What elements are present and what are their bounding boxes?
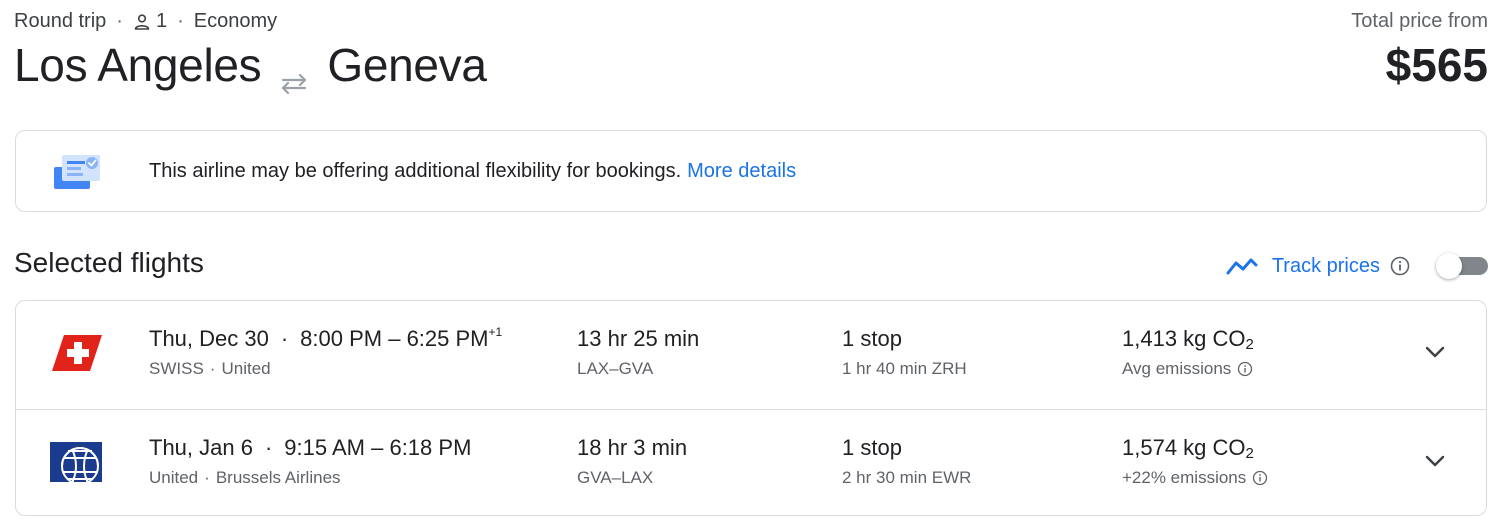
flight-date: Thu, Dec 30 [149,326,269,351]
flexibility-banner: This airline may be offering additional … [15,130,1487,212]
cabin-class[interactable]: Economy [194,10,277,33]
track-prices-toggle[interactable] [1436,252,1488,280]
day-offset: +1 [488,324,503,339]
stops-count: 1 stop [842,326,902,351]
emissions-note: Avg emissions [1122,359,1253,379]
co2-value: 1,413 kg CO [1122,326,1246,351]
flight-row[interactable]: Thu, Dec 30 · 8:00 PM – 6:25 PM+1 SWISS · Un… [16,301,1486,409]
time-range: 9:15 AM – 6:18 PM [284,435,472,460]
airline-name: United [149,468,199,487]
flight-times: Thu, Dec 30 · 8:00 PM – 6:25 PM+1 [149,324,503,352]
airline-name: United [221,359,271,378]
track-prices-label[interactable]: Track prices [1272,255,1380,278]
flight-row[interactable]: Thu, Jan 6 · 9:15 AM – 6:18 PM United · Brus… [16,409,1486,515]
section-title: Selected flights [14,247,204,278]
info-icon[interactable] [1252,470,1268,486]
selected-flights-list: Thu, Dec 30 · 8:00 PM – 6:25 PM+1 SWISS · Un… [15,300,1487,516]
flight-date: Thu, Jan 6 [149,435,253,460]
emissions-note: +22% emissions [1122,468,1268,488]
track-prices-control: Track prices [1226,252,1488,280]
separator-dot: · [204,468,210,487]
separator-dot: · [116,10,123,32]
flight-route: LAX–GVA [577,359,654,378]
chevron-down-icon[interactable] [1422,343,1448,361]
co2-value: 1,574 kg CO [1122,435,1246,460]
flight-route: GVA–LAX [577,468,654,487]
emissions-label: Avg emissions [1122,359,1232,378]
airline-name: Brussels Airlines [215,468,341,487]
layover-info: 2 hr 30 min EWR [842,468,972,487]
airline-names: United · Brussels Airlines [149,468,341,488]
booking-flexibility-icon [52,153,104,193]
time-range: 8:00 PM – 6:25 PM [300,326,489,351]
route-title: Los Angeles Geneva [14,38,487,95]
airline-name: SWISS [149,359,204,378]
flight-booking-page: Round trip · 1 · Economy Los Angeles Gen… [0,0,1500,530]
trend-line-icon [1226,254,1258,278]
separator-dot: · [209,359,216,378]
origin-city: Los Angeles [14,39,262,91]
layover-info: 1 hr 40 min ZRH [842,359,967,378]
trip-summary: Round trip · 1 · Economy [14,10,277,33]
emissions-label: +22% emissions [1122,468,1247,487]
toggle-knob [1436,253,1462,279]
separator-dot: · [264,435,273,460]
info-icon[interactable] [1237,361,1253,377]
united-logo [50,442,102,485]
separator-dot: · [280,326,289,351]
flight-duration: 13 hr 25 min [577,326,700,351]
person-icon [133,13,151,31]
swiss-logo [50,333,102,373]
passenger-count[interactable]: 1 [156,10,167,33]
trip-type[interactable]: Round trip [14,10,106,33]
co2-emissions: 1,574 kg CO2 [1122,435,1254,462]
co2-subscript: 2 [1245,445,1254,462]
price-label: Total price from [1351,10,1488,32]
total-price: $565 [1385,39,1488,91]
banner-text: This airline may be offering additional … [149,160,682,182]
flight-duration: 18 hr 3 min [577,435,688,460]
more-details-link[interactable]: More details [687,160,796,182]
co2-emissions: 1,413 kg CO2 [1122,326,1254,353]
airline-names: SWISS · United [149,359,271,379]
swap-arrows-icon [277,53,311,95]
separator-dot: · [177,10,184,32]
stops-count: 1 stop [842,435,902,460]
chevron-down-icon[interactable] [1422,452,1448,470]
destination-city: Geneva [327,39,487,91]
info-icon[interactable] [1390,256,1410,276]
co2-subscript: 2 [1245,336,1254,353]
banner-message: This airline may be offering additional … [149,160,796,183]
flight-times: Thu, Jan 6 · 9:15 AM – 6:18 PM [149,435,471,461]
